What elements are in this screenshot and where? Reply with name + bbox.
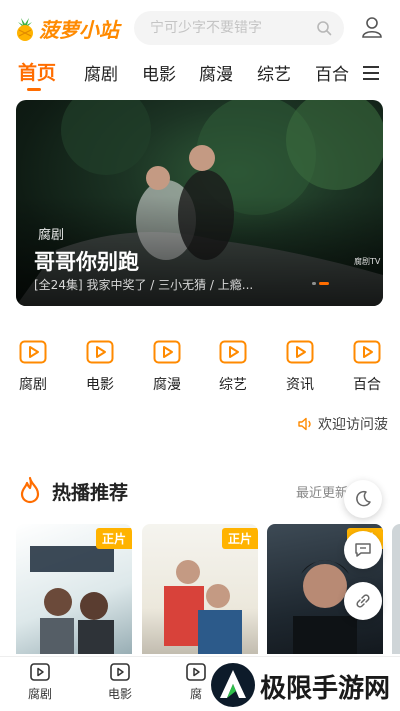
play-icon: [286, 340, 314, 364]
app-logo[interactable]: 菠萝小站: [14, 14, 119, 43]
tab-bl-comics[interactable]: 腐漫: [199, 60, 233, 85]
category-nav: 首页 腐剧 电影 腐漫 综艺 百合: [0, 56, 400, 92]
quick-link-news[interactable]: 资讯: [283, 340, 317, 393]
theme-toggle-button[interactable]: [344, 480, 382, 518]
fire-icon: [20, 476, 40, 504]
link-icon: [356, 594, 370, 608]
play-icon: [353, 340, 381, 364]
play-icon: [30, 663, 50, 681]
tab-variety[interactable]: 综艺: [257, 60, 291, 85]
search-icon[interactable]: [316, 20, 332, 36]
tab-gl[interactable]: 百合: [315, 60, 349, 85]
top-header: 菠萝小站: [0, 0, 400, 56]
banner-description: [全24集] 我家中奖了 / 三小无猜 / 上瘾...: [34, 278, 254, 292]
tab-movies[interactable]: 电影: [142, 60, 176, 85]
quick-link-label: 百合: [353, 377, 381, 393]
bottom-tab-label: 电影: [107, 687, 132, 701]
play-icon: [219, 340, 247, 364]
card-badge: 正片: [221, 528, 258, 549]
quick-link-movies[interactable]: 电影: [83, 340, 117, 393]
notice-marquee[interactable]: 欢迎访问菠: [298, 414, 388, 434]
menu-icon[interactable]: [363, 66, 379, 80]
banner-watermark: 腐剧TV: [354, 257, 381, 266]
quick-links: 腐剧 电影 腐漫 综艺 资讯 百合: [0, 340, 400, 400]
notice-text: 欢迎访问菠: [318, 417, 388, 433]
brand-logo-icon: [211, 663, 255, 707]
tab-home[interactable]: 首页: [18, 58, 56, 85]
video-card[interactable]: 正片: [142, 524, 258, 654]
play-icon: [110, 663, 130, 681]
search-bar[interactable]: [134, 11, 344, 45]
moon-icon: [356, 490, 371, 507]
section-title: 热播推荐: [52, 482, 129, 504]
play-icon: [186, 663, 206, 681]
chat-icon: [355, 543, 371, 557]
quick-link-label: 综艺: [219, 377, 247, 393]
quick-link-label: 腐漫: [153, 377, 181, 393]
bottom-tab-label: 腐剧: [27, 687, 52, 701]
card-badge: 正片: [95, 528, 132, 549]
quick-link-variety[interactable]: 综艺: [216, 340, 250, 393]
quick-link-label: 资讯: [286, 377, 314, 393]
carousel-indicator: [312, 282, 329, 285]
video-card-partial[interactable]: [392, 524, 400, 654]
quick-link-bl-comics[interactable]: 腐漫: [150, 340, 184, 393]
quick-link-label: 电影: [86, 377, 114, 393]
search-input[interactable]: [150, 20, 310, 36]
play-icon: [153, 340, 181, 364]
tab-bl-drama[interactable]: 腐剧: [84, 60, 118, 85]
video-card[interactable]: 正片: [16, 524, 132, 654]
speaker-icon: [298, 417, 311, 431]
play-icon: [86, 340, 114, 364]
recommend-cards: 正片 正片 正片: [0, 524, 400, 654]
pineapple-icon: [17, 17, 33, 41]
active-tab-indicator: [27, 88, 41, 91]
comment-button[interactable]: [344, 531, 382, 569]
play-icon: [19, 340, 47, 364]
banner-tag: 腐剧: [38, 228, 65, 243]
quick-link-label: 腐剧: [19, 377, 47, 393]
carousel-dot[interactable]: [312, 282, 316, 285]
bottom-tab-bl-drama[interactable]: 腐剧: [20, 663, 60, 702]
brand-watermark-text: 极限手游网: [260, 674, 391, 704]
quick-link-gl[interactable]: 百合: [350, 340, 384, 393]
banner-title: 哥哥你别跑: [34, 250, 139, 274]
share-link-button[interactable]: [344, 582, 382, 620]
section-more-link[interactable]: 最近更新: [296, 482, 348, 501]
carousel-dot-active[interactable]: [319, 282, 329, 285]
quick-link-bl-drama[interactable]: 腐剧: [16, 340, 50, 393]
app-name: 菠萝小站: [39, 18, 119, 42]
user-icon[interactable]: [360, 15, 384, 39]
bottom-tab-movies[interactable]: 电影: [100, 663, 140, 702]
featured-banner[interactable]: 腐剧 哥哥你别跑 [全24集] 我家中奖了 / 三小无猜 / 上瘾... 腐剧T…: [16, 100, 383, 306]
